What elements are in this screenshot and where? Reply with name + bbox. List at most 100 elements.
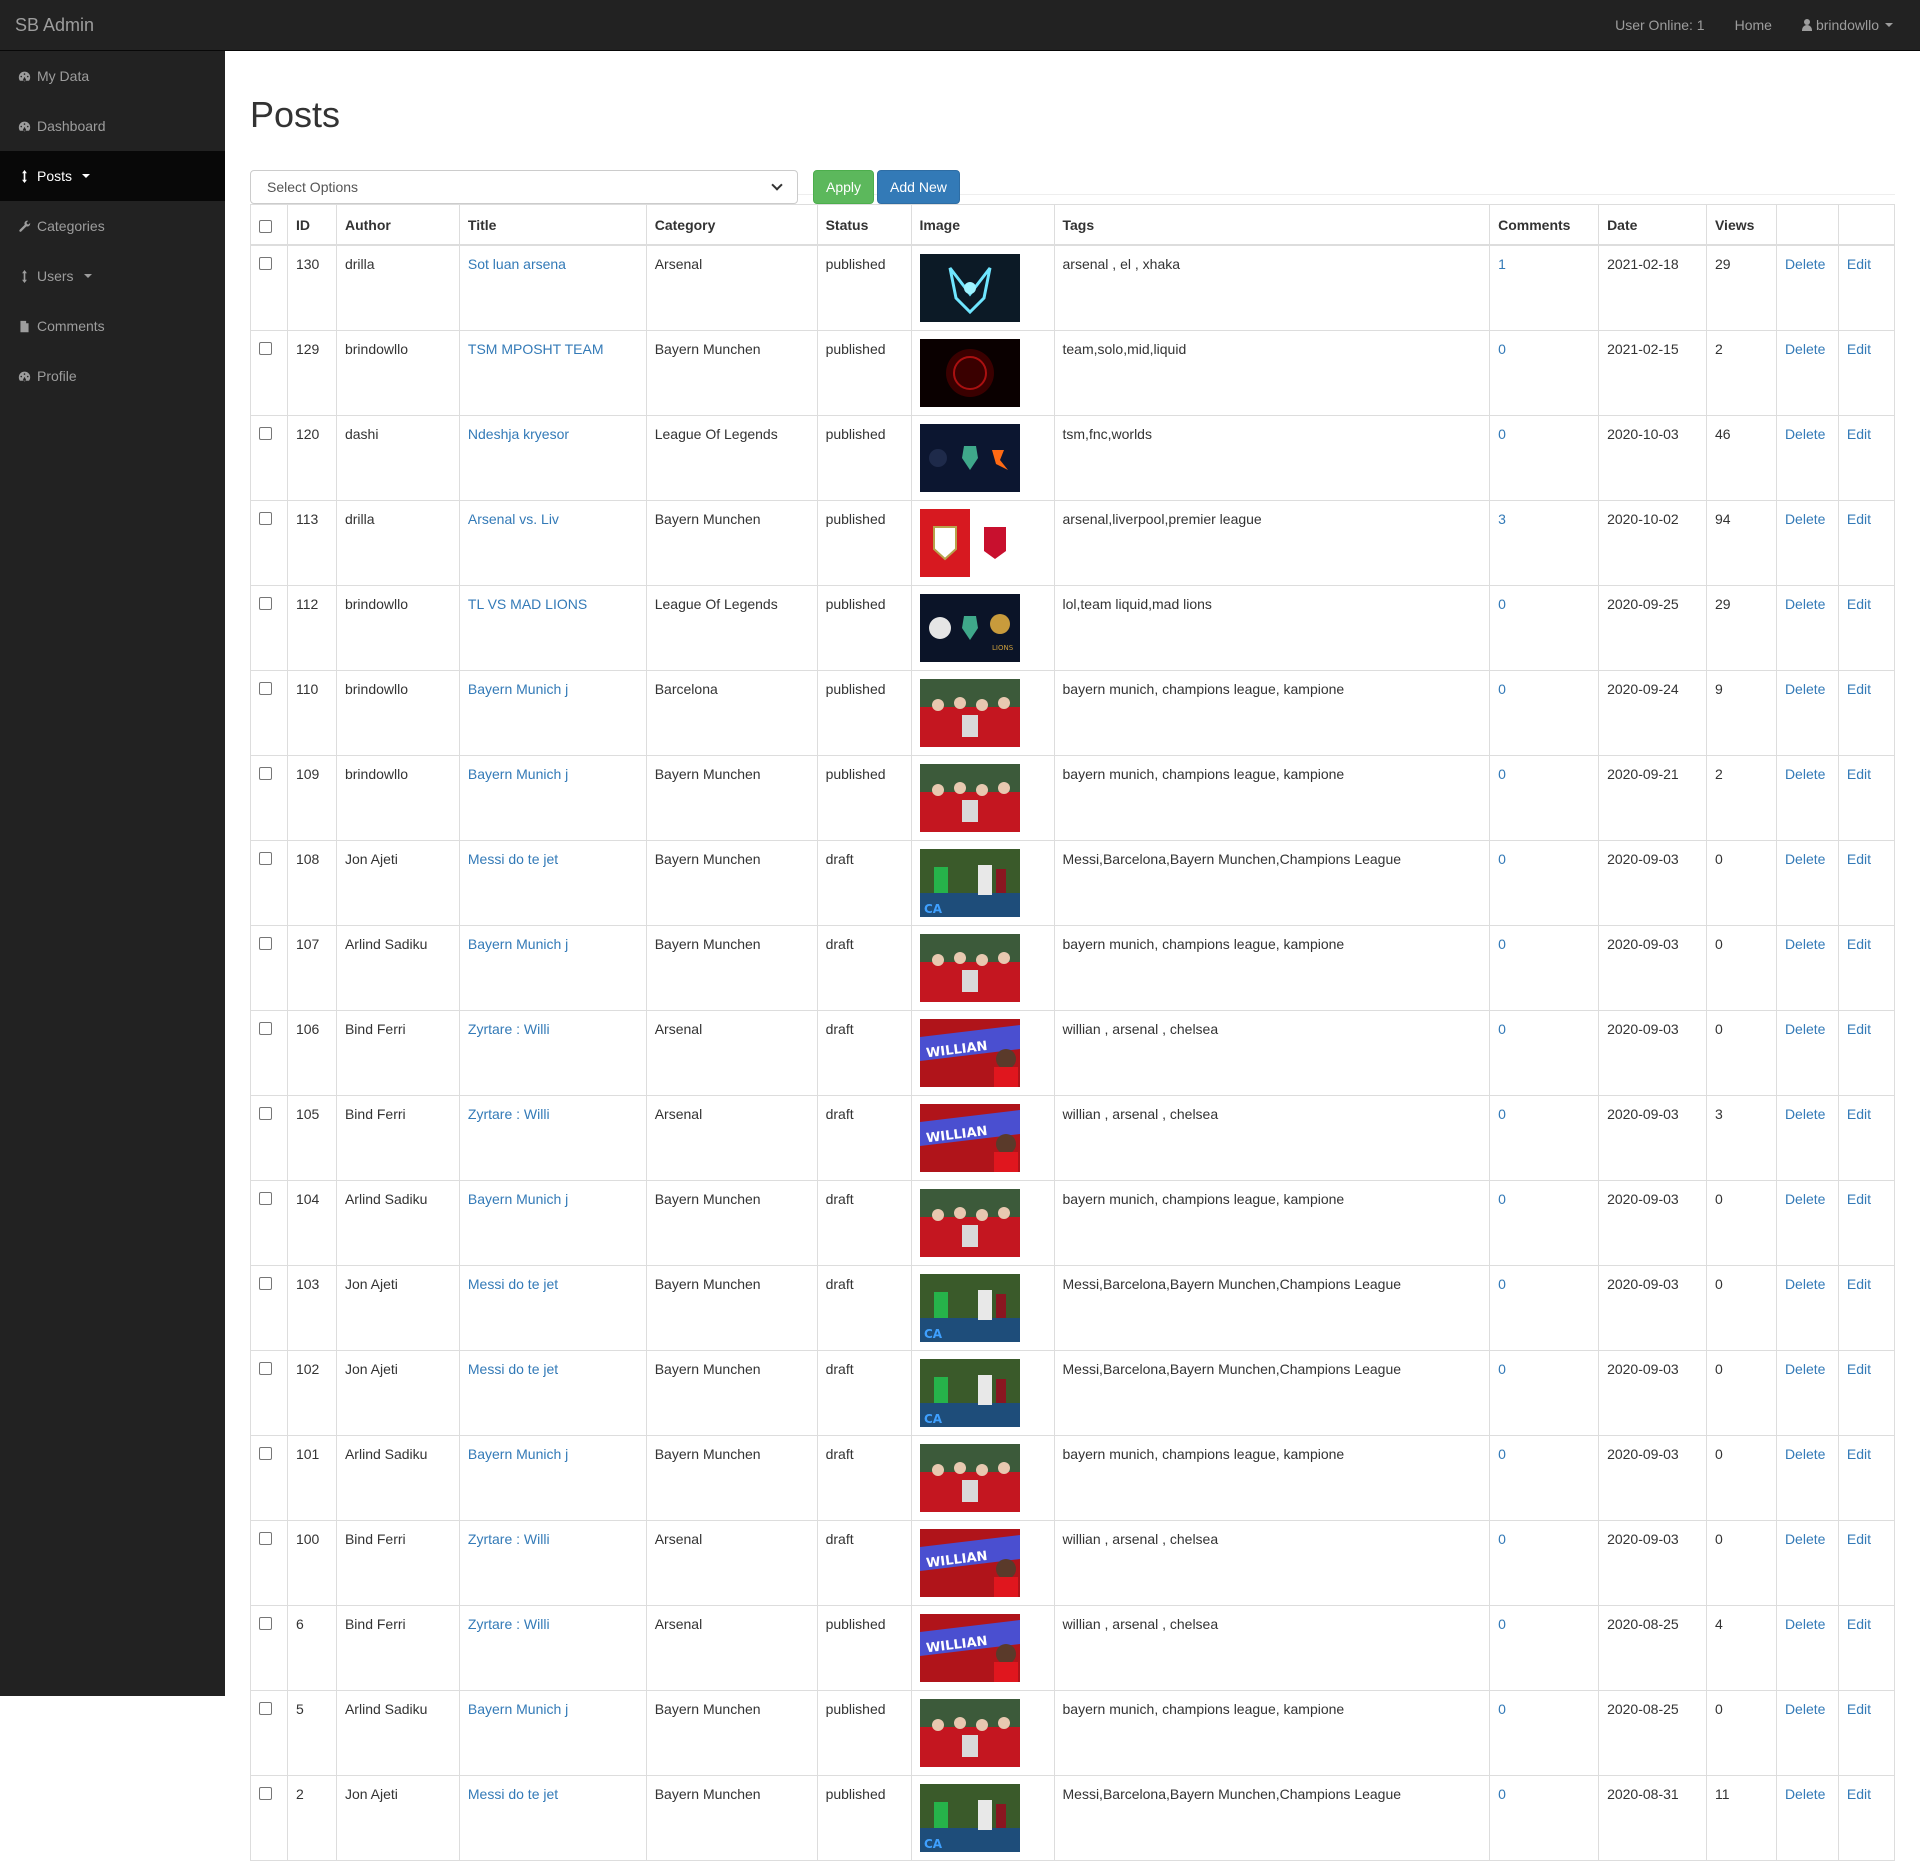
edit-link[interactable]: Edit: [1847, 851, 1871, 867]
delete-link[interactable]: Delete: [1785, 1361, 1825, 1377]
row-checkbox[interactable]: [259, 937, 272, 950]
delete-link[interactable]: Delete: [1785, 1616, 1825, 1632]
post-comments-link[interactable]: 0: [1498, 1786, 1506, 1802]
post-comments-link[interactable]: 0: [1498, 1531, 1506, 1547]
row-checkbox[interactable]: [259, 257, 272, 270]
post-comments-link[interactable]: 0: [1498, 1361, 1506, 1377]
edit-link[interactable]: Edit: [1847, 511, 1871, 527]
post-comments-link[interactable]: 0: [1498, 1106, 1506, 1122]
edit-link[interactable]: Edit: [1847, 341, 1871, 357]
post-title-link[interactable]: Bayern Munich j: [468, 1701, 568, 1717]
post-comments-link[interactable]: 0: [1498, 426, 1506, 442]
delete-link[interactable]: Delete: [1785, 426, 1825, 442]
post-comments-link[interactable]: 0: [1498, 681, 1506, 697]
delete-link[interactable]: Delete: [1785, 766, 1825, 782]
edit-link[interactable]: Edit: [1847, 1191, 1871, 1207]
delete-link[interactable]: Delete: [1785, 1531, 1825, 1547]
sidebar-item-profile[interactable]: Profile: [0, 351, 225, 401]
edit-link[interactable]: Edit: [1847, 596, 1871, 612]
post-comments-link[interactable]: 0: [1498, 596, 1506, 612]
sidebar-item-users[interactable]: Users: [0, 251, 225, 301]
post-title-link[interactable]: Arsenal vs. Liv: [468, 511, 559, 527]
post-comments-link[interactable]: 0: [1498, 936, 1506, 952]
edit-link[interactable]: Edit: [1847, 1531, 1871, 1547]
bulk-options-select[interactable]: Select Options: [250, 170, 798, 204]
edit-link[interactable]: Edit: [1847, 766, 1871, 782]
post-comments-link[interactable]: 0: [1498, 1276, 1506, 1292]
post-title-link[interactable]: Messi do te jet: [468, 1786, 558, 1802]
edit-link[interactable]: Edit: [1847, 256, 1871, 272]
sidebar-item-posts[interactable]: Posts: [0, 151, 225, 201]
post-title-link[interactable]: Zyrtare : Willi: [468, 1531, 550, 1547]
post-comments-link[interactable]: 0: [1498, 1701, 1506, 1717]
post-comments-link[interactable]: 3: [1498, 511, 1506, 527]
row-checkbox[interactable]: [259, 1277, 272, 1290]
delete-link[interactable]: Delete: [1785, 1446, 1825, 1462]
row-checkbox[interactable]: [259, 1107, 272, 1120]
edit-link[interactable]: Edit: [1847, 1701, 1871, 1717]
home-link[interactable]: Home: [1720, 0, 1787, 50]
post-title-link[interactable]: Bayern Munich j: [468, 1191, 568, 1207]
post-comments-link[interactable]: 0: [1498, 1021, 1506, 1037]
sidebar-item-my-data[interactable]: My Data: [0, 51, 225, 101]
post-title-link[interactable]: Bayern Munich j: [468, 1446, 568, 1462]
row-checkbox[interactable]: [259, 597, 272, 610]
row-checkbox[interactable]: [259, 1362, 272, 1375]
sidebar-item-comments[interactable]: Comments: [0, 301, 225, 351]
post-comments-link[interactable]: 0: [1498, 1446, 1506, 1462]
post-title-link[interactable]: TL VS MAD LIONS: [468, 596, 587, 612]
brand-logo[interactable]: SB Admin: [0, 15, 94, 36]
post-title-link[interactable]: Bayern Munich j: [468, 681, 568, 697]
row-checkbox[interactable]: [259, 1192, 272, 1205]
edit-link[interactable]: Edit: [1847, 1021, 1871, 1037]
delete-link[interactable]: Delete: [1785, 511, 1825, 527]
delete-link[interactable]: Delete: [1785, 936, 1825, 952]
row-checkbox[interactable]: [259, 1702, 272, 1715]
delete-link[interactable]: Delete: [1785, 1786, 1825, 1802]
post-comments-link[interactable]: 0: [1498, 341, 1506, 357]
row-checkbox[interactable]: [259, 1617, 272, 1630]
delete-link[interactable]: Delete: [1785, 341, 1825, 357]
delete-link[interactable]: Delete: [1785, 1191, 1825, 1207]
edit-link[interactable]: Edit: [1847, 936, 1871, 952]
user-menu[interactable]: brindowllo: [1787, 0, 1908, 50]
edit-link[interactable]: Edit: [1847, 1446, 1871, 1462]
edit-link[interactable]: Edit: [1847, 1616, 1871, 1632]
post-comments-link[interactable]: 0: [1498, 1191, 1506, 1207]
row-checkbox[interactable]: [259, 1022, 272, 1035]
post-title-link[interactable]: Zyrtare : Willi: [468, 1616, 550, 1632]
post-title-link[interactable]: TSM MPOSHT TEAM: [468, 341, 604, 357]
edit-link[interactable]: Edit: [1847, 1361, 1871, 1377]
row-checkbox[interactable]: [259, 682, 272, 695]
row-checkbox[interactable]: [259, 512, 272, 525]
row-checkbox[interactable]: [259, 427, 272, 440]
post-comments-link[interactable]: 0: [1498, 1616, 1506, 1632]
post-comments-link[interactable]: 1: [1498, 256, 1506, 272]
post-title-link[interactable]: Sot luan arsena: [468, 256, 566, 272]
post-title-link[interactable]: Bayern Munich j: [468, 936, 568, 952]
add-new-button[interactable]: Add New: [877, 170, 960, 204]
delete-link[interactable]: Delete: [1785, 1276, 1825, 1292]
apply-button[interactable]: Apply: [813, 170, 875, 204]
delete-link[interactable]: Delete: [1785, 851, 1825, 867]
row-checkbox[interactable]: [259, 852, 272, 865]
row-checkbox[interactable]: [259, 1447, 272, 1460]
delete-link[interactable]: Delete: [1785, 596, 1825, 612]
post-title-link[interactable]: Messi do te jet: [468, 1361, 558, 1377]
sidebar-item-categories[interactable]: Categories: [0, 201, 225, 251]
edit-link[interactable]: Edit: [1847, 426, 1871, 442]
delete-link[interactable]: Delete: [1785, 681, 1825, 697]
post-title-link[interactable]: Zyrtare : Willi: [468, 1021, 550, 1037]
post-title-link[interactable]: Bayern Munich j: [468, 766, 568, 782]
edit-link[interactable]: Edit: [1847, 1786, 1871, 1802]
delete-link[interactable]: Delete: [1785, 1106, 1825, 1122]
post-comments-link[interactable]: 0: [1498, 766, 1506, 782]
select-all-checkbox[interactable]: [259, 220, 272, 233]
edit-link[interactable]: Edit: [1847, 1106, 1871, 1122]
post-title-link[interactable]: Zyrtare : Willi: [468, 1106, 550, 1122]
row-checkbox[interactable]: [259, 1787, 272, 1800]
row-checkbox[interactable]: [259, 342, 272, 355]
post-title-link[interactable]: Ndeshja kryesor: [468, 426, 569, 442]
delete-link[interactable]: Delete: [1785, 1701, 1825, 1717]
edit-link[interactable]: Edit: [1847, 1276, 1871, 1292]
